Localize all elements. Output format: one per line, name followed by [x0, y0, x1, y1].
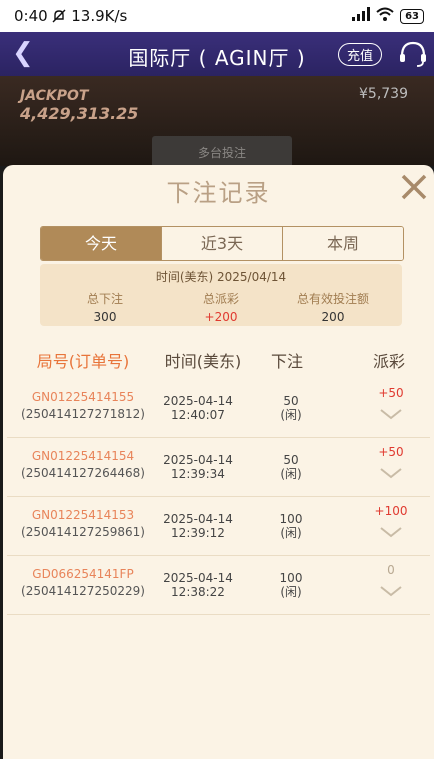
bet-value: 100 [279, 571, 303, 585]
column-header-order: 局号(订单号) [36, 352, 130, 371]
status-time: 0:40 [14, 7, 48, 25]
payout-value: 0 [387, 563, 395, 577]
customer-service-icon[interactable] [396, 38, 430, 70]
chevron-down-icon[interactable] [379, 467, 403, 479]
order-number: (250414127271812) [21, 407, 145, 421]
bet-time: 2025-04-14 12:38:22 [155, 571, 241, 599]
table-header: 局号(订单号) 时间(美东) 下注 派彩 [3, 348, 434, 378]
payout-value: +50 [378, 386, 404, 400]
valid-bet-label: 总有效投注额 [296, 292, 369, 306]
topup-button[interactable]: 充值 [337, 43, 382, 66]
valid-bet-value: 200 [321, 310, 345, 324]
jackpot-label: JACKPOT [20, 88, 89, 104]
table-row[interactable]: GN01225414155 (250414127271812) 2025-04-… [7, 378, 430, 438]
date-range-tabs: 今天 近3天 本周 [40, 226, 404, 261]
tab-today[interactable]: 今天 [41, 227, 162, 260]
network-speed: 13.9K/s [71, 7, 128, 25]
mute-icon [52, 9, 66, 23]
chevron-down-icon[interactable] [379, 526, 403, 538]
game-id: GN01225414154 [31, 449, 135, 463]
payout-value: +50 [378, 445, 404, 459]
summary-valid-bet: 总有效投注额 200 [278, 290, 388, 324]
bet-side: (闲) [280, 526, 302, 540]
bet-side: (闲) [280, 408, 302, 422]
modal-title: 下注记录 [166, 179, 271, 207]
summary-panel: 时间(美东) 2025/04/14 总下注 300 总派彩 +200 总有效投注… [40, 264, 402, 326]
game-id: GD066254141FP [32, 567, 134, 581]
signal-icon [352, 7, 371, 25]
chevron-down-icon[interactable] [379, 408, 403, 420]
column-header-time: 时间(美东) [164, 352, 242, 371]
column-header-bet: 下注 [270, 352, 303, 371]
payout-value: +100 [374, 504, 408, 518]
bet-amount: 100 (闲) [261, 571, 321, 599]
bet-date: 2025-04-14 [163, 394, 233, 408]
jackpot-display: JACKPOT 4,429,313.25 [20, 88, 138, 123]
bet-amount: 100 (闲) [261, 512, 321, 540]
total-bet-value: 300 [93, 310, 117, 324]
bet-clock: 12:39:34 [171, 467, 225, 481]
bet-date: 2025-04-14 [163, 571, 233, 585]
bet-date: 2025-04-14 [163, 512, 233, 526]
wifi-icon [376, 7, 394, 25]
bet-side: (闲) [280, 467, 302, 481]
bet-value: 100 [279, 512, 303, 526]
balance-amount: ¥5,739 [359, 86, 408, 102]
summary-date: 时间(美东) 2025/04/14 [155, 270, 287, 284]
app-header: ❮ 国际厅 ( AGIN厅 ) 充值 [0, 32, 434, 76]
jackpot-amount: 4,429,313.25 [20, 104, 139, 123]
bet-time: 2025-04-14 12:40:07 [155, 394, 241, 422]
column-header-payout: 派彩 [372, 352, 405, 371]
summary-total-payout: 总派彩 +200 [166, 290, 276, 324]
bet-amount: 50 (闲) [261, 453, 321, 481]
bet-date: 2025-04-14 [163, 453, 233, 467]
total-payout-value: +200 [204, 310, 238, 324]
bet-time: 2025-04-14 12:39:12 [155, 512, 241, 540]
order-number: (250414127264468) [21, 466, 145, 480]
summary-total-bet: 总下注 300 [50, 290, 160, 324]
order-number: (250414127250229) [21, 584, 145, 598]
bet-clock: 12:38:22 [171, 585, 225, 599]
table-row[interactable]: GN01225414154 (250414127264468) 2025-04-… [7, 437, 430, 497]
balance-display: ¥5,739 [359, 86, 408, 102]
bet-record-modal: 下注记录 今天 近3天 本周 时间(美东) 2025/04/14 总下注 300… [3, 165, 434, 759]
bet-time: 2025-04-14 12:39:34 [155, 453, 241, 481]
chevron-down-icon[interactable] [379, 585, 403, 597]
total-payout-label: 总派彩 [202, 292, 239, 306]
game-id: GN01225414153 [31, 508, 135, 522]
bet-clock: 12:39:12 [171, 526, 225, 540]
status-right: 63 [352, 7, 424, 25]
tab-last-3-days[interactable]: 近3天 [162, 227, 283, 260]
status-bar: 0:40 13.9K/s 63 [0, 0, 434, 32]
bet-side: (闲) [280, 585, 302, 599]
bet-amount: 50 (闲) [261, 394, 321, 422]
bet-value: 50 [283, 394, 299, 408]
table-row[interactable]: GN01225414153 (250414127259861) 2025-04-… [7, 496, 430, 556]
close-icon[interactable] [398, 171, 430, 203]
bet-clock: 12:40:07 [171, 408, 225, 422]
order-number: (250414127259861) [21, 525, 145, 539]
total-bet-label: 总下注 [86, 292, 123, 306]
battery-icon: 63 [400, 8, 424, 24]
status-left: 0:40 13.9K/s [14, 7, 127, 25]
table-row[interactable]: GD066254141FP (250414127250229) 2025-04-… [7, 555, 430, 615]
tab-this-week[interactable]: 本周 [283, 227, 403, 260]
game-id: GN01225414155 [31, 390, 135, 404]
bet-value: 50 [283, 453, 299, 467]
